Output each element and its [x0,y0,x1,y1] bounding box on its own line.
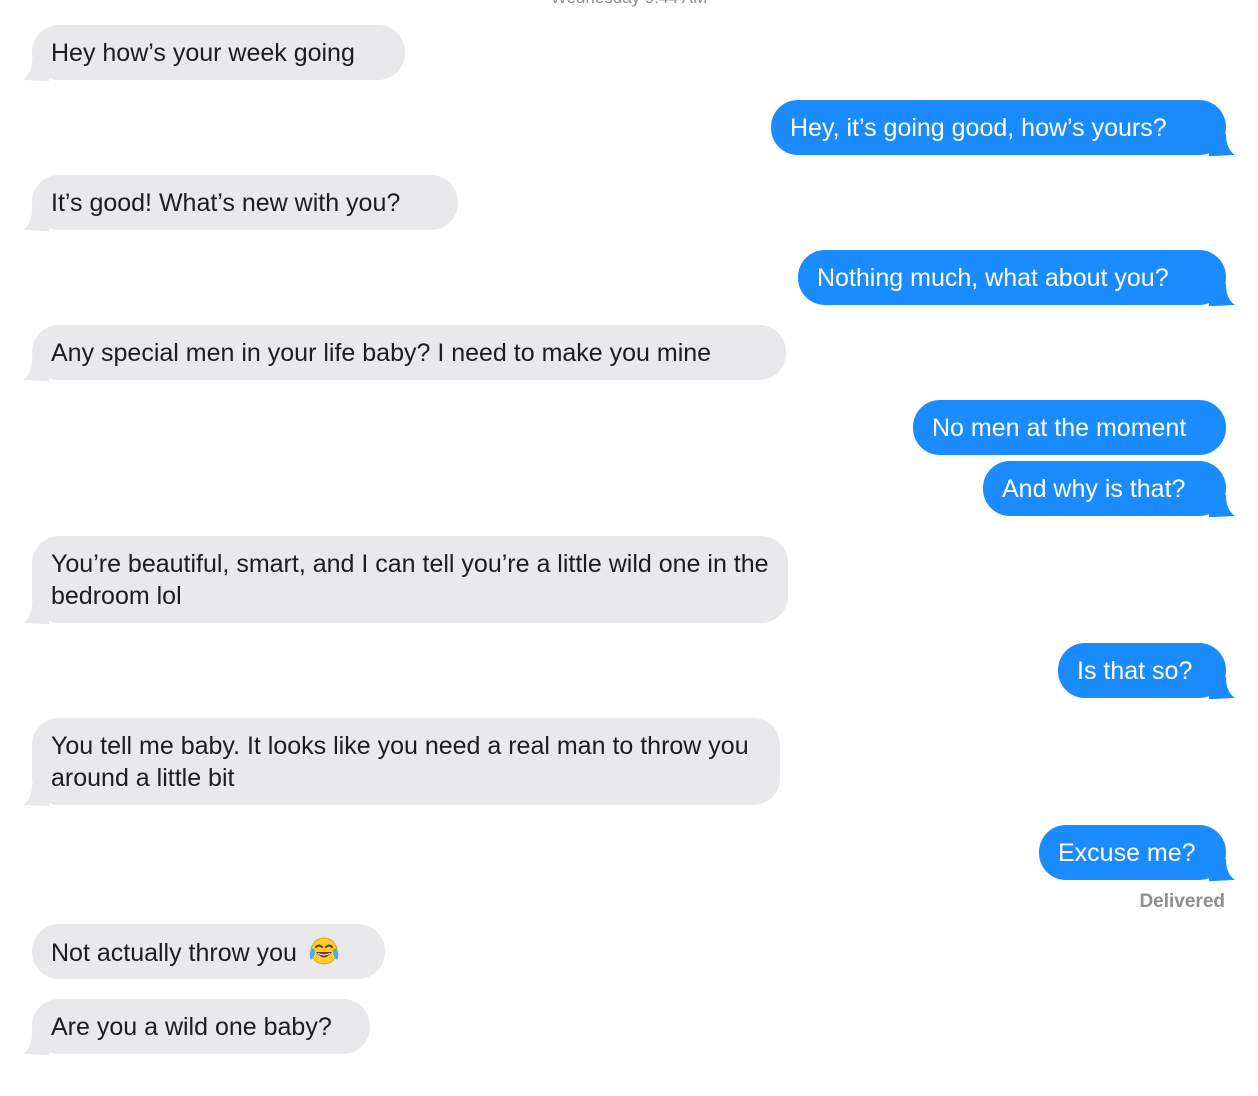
bubble-tail [1209,134,1235,156]
bubble-tail [1209,677,1235,699]
sent-message-bubble[interactable]: Is that so? [1058,643,1235,699]
received-message-bubble[interactable]: Hey how’s your week going [23,25,405,81]
message-text: It’s good! What’s new with you? [51,189,401,217]
bubble-tail [23,209,49,231]
face-with-tears-of-joy-emoji-icon [309,937,339,965]
message-thread: Wednesday 9:44 AM Hey how’s your week go… [0,0,1258,1096]
bubble-tail [1209,284,1235,306]
message-text: And why is that? [1002,475,1186,503]
message-text: You tell me baby. It looks like you need… [51,732,749,792]
received-message-bubble[interactable]: Are you a wild one baby? [23,999,370,1055]
message-text: You’re beautiful, smart, and I can tell … [51,550,769,610]
bubble-tail [23,1033,49,1055]
received-message-bubble[interactable]: Any special men in your life baby? I nee… [23,325,786,381]
delivery-status: Delivered [1139,891,1225,912]
message-text: Hey how’s your week going [51,39,355,67]
sent-message-bubble[interactable]: Excuse me? [1039,825,1235,881]
sent-message-bubble[interactable]: No men at the moment [913,400,1226,455]
sent-message-bubble[interactable]: Nothing much, what about you? [798,250,1235,306]
bubble-tail [23,59,49,81]
received-message-bubble[interactable]: You tell me baby. It looks like you need… [23,718,780,806]
bubble-tail [1209,859,1235,881]
sent-message-bubble[interactable]: And why is that? [983,461,1235,517]
message-text: Hey, it’s going good, how’s yours? [790,114,1167,142]
message-text: Excuse me? [1058,839,1196,867]
message-text: Nothing much, what about you? [817,264,1169,292]
bubble-tail [23,784,49,806]
received-message-bubble[interactable]: You’re beautiful, smart, and I can tell … [23,536,788,624]
message-text: Not actually throw you [51,939,297,967]
message-text: No men at the moment [932,414,1187,442]
bubble-tail [23,359,49,381]
bubble-tail [1209,495,1235,517]
thread-timestamp: Wednesday 9:44 AM [0,0,1258,8]
message-text: Any special men in your life baby? I nee… [51,339,712,367]
bubble-tail [23,602,49,624]
sent-message-bubble[interactable]: Hey, it’s going good, how’s yours? [771,100,1235,156]
received-message-bubble[interactable]: Not actually throw you [32,924,385,979]
message-text: Is that so? [1077,657,1193,685]
received-message-bubble[interactable]: It’s good! What’s new with you? [23,175,458,231]
message-text: Are you a wild one baby? [51,1013,332,1041]
